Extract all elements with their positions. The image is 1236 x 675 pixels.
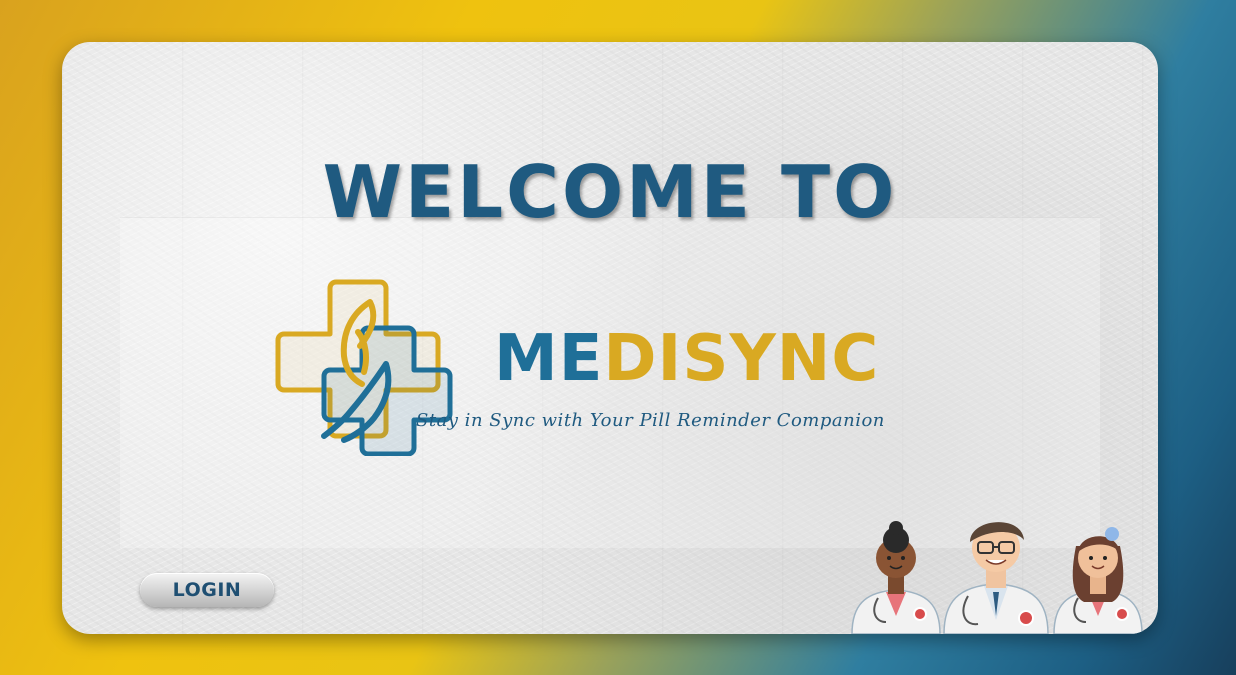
brand-part-disy: DISY xyxy=(603,322,777,396)
welcome-card: WELCOME TO MEDISYNC Stay in Sync with Yo… xyxy=(62,42,1158,634)
brand-part-nc: NC xyxy=(776,322,880,396)
login-button[interactable]: LOGIN xyxy=(140,573,274,607)
welcome-heading: WELCOME TO xyxy=(322,150,898,234)
brand-part-me: ME xyxy=(494,322,604,396)
tagline: Stay in Sync with Your Pill Reminder Com… xyxy=(416,410,885,431)
brand-name: MEDISYNC xyxy=(494,327,879,391)
doctor-illustration-1 xyxy=(851,521,941,634)
doctors-illustration xyxy=(851,521,1143,634)
doctor-illustration-3 xyxy=(1053,527,1143,634)
doctor-illustration-2 xyxy=(943,522,1049,634)
